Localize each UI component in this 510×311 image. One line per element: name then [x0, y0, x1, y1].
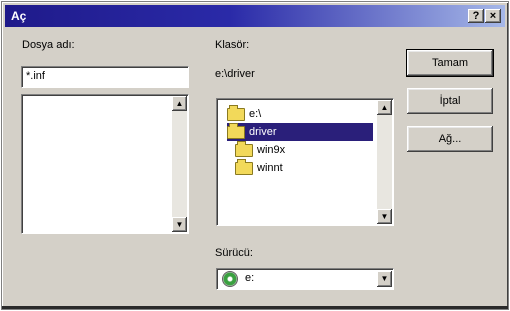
- title-bar[interactable]: Aç ? ×: [5, 5, 505, 27]
- network-button[interactable]: Ağ...: [407, 126, 493, 152]
- folder-tree-scrollbar[interactable]: ▲ ▼: [377, 100, 392, 224]
- filename-input[interactable]: *.inf: [21, 66, 189, 88]
- tree-item-root[interactable]: e:\: [227, 104, 262, 123]
- scroll-down-icon[interactable]: ▼: [172, 217, 187, 232]
- current-path: e:\driver: [215, 68, 255, 80]
- help-button[interactable]: ?: [468, 9, 484, 23]
- close-button[interactable]: ×: [485, 9, 501, 23]
- tree-item-winnt[interactable]: winnt: [235, 158, 283, 177]
- bottom-border: [2, 306, 508, 309]
- scroll-down-icon[interactable]: ▼: [377, 209, 392, 224]
- open-dialog-window: Aç ? × Dosya adı: *.inf ▲ ▼ Klasör: e:\d…: [1, 1, 509, 310]
- drives-select[interactable]: e: ▼: [216, 268, 394, 290]
- folder-tree[interactable]: e:\ driver win9x winnt ▲ ▼: [216, 98, 394, 226]
- folder-icon: [235, 140, 253, 157]
- window-title: Aç: [11, 9, 27, 23]
- open-folder-icon: [227, 122, 245, 139]
- chevron-down-icon[interactable]: ▼: [377, 271, 392, 287]
- file-list-scrollbar[interactable]: ▲ ▼: [172, 96, 187, 232]
- scroll-up-icon[interactable]: ▲: [377, 100, 392, 115]
- scroll-up-icon[interactable]: ▲: [172, 96, 187, 111]
- folder-icon: [235, 158, 253, 175]
- tree-item-label: win9x: [257, 144, 286, 156]
- drives-label: Sürücü:: [215, 247, 253, 259]
- open-folder-icon: [227, 104, 245, 121]
- ok-button[interactable]: Tamam: [406, 49, 494, 77]
- cancel-button[interactable]: İptal: [407, 88, 493, 114]
- tree-item-driver[interactable]: driver: [227, 122, 277, 141]
- file-list[interactable]: ▲ ▼: [21, 94, 189, 234]
- tree-item-label: winnt: [257, 162, 283, 174]
- tree-item-label: driver: [249, 126, 277, 138]
- tree-item-win9x[interactable]: win9x: [235, 140, 286, 159]
- tree-item-label: e:\: [249, 108, 262, 120]
- drive-icon: [222, 271, 244, 287]
- drives-value: e:: [245, 272, 255, 284]
- folder-label: Klasör:: [215, 39, 250, 51]
- filename-value: *.inf: [26, 70, 45, 82]
- filename-label: Dosya adı:: [22, 39, 75, 51]
